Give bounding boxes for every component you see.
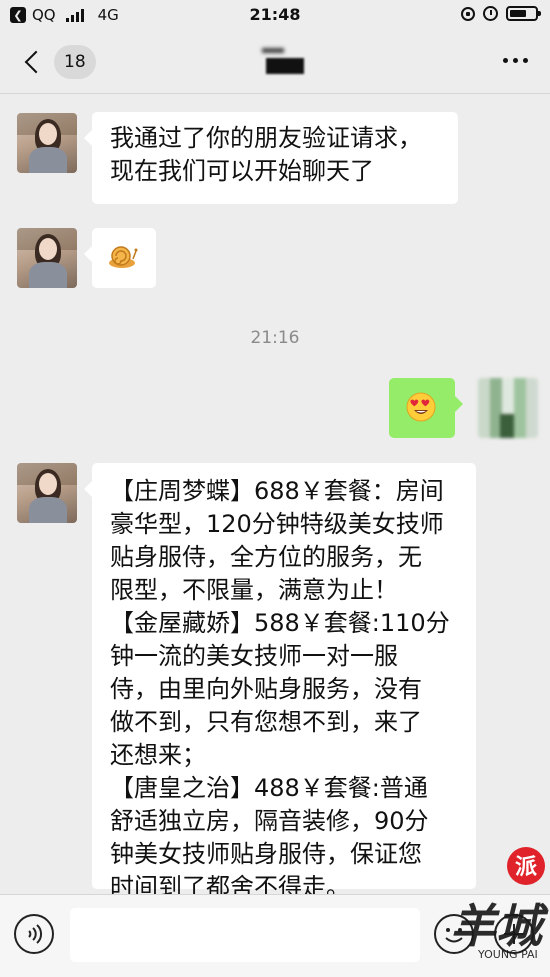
message-text-line: 【金屋藏娇】588￥套餐:110分	[110, 609, 450, 637]
message-text-line: 贴身服侍，全方位的服务，无	[110, 543, 422, 571]
message-bubble-incoming[interactable]	[84, 228, 156, 288]
voice-icon	[28, 924, 43, 944]
unread-count-badge: 18	[54, 45, 96, 79]
message-text-input[interactable]	[70, 908, 420, 962]
more-options-button[interactable]	[503, 58, 528, 63]
message-bubble-incoming[interactable]: 【庄周梦蝶】688￥套餐：房间 豪华型，120分钟特级美女技师 贴身服侍，全方位…	[84, 463, 476, 901]
contact-avatar[interactable]	[17, 228, 77, 288]
contact-name-redacted	[266, 58, 304, 74]
message-text-line: 做不到，只有您想不到，来了	[110, 708, 422, 736]
status-right	[461, 6, 541, 21]
heart-eyes-emoji-icon	[406, 392, 436, 422]
more-actions-button[interactable]	[494, 914, 534, 954]
message-bubble-incoming[interactable]: 我通过了你的朋友验证请求， 现在我们可以开始聊天了	[84, 112, 458, 204]
dot-icon	[503, 58, 508, 63]
alarm-icon	[483, 6, 498, 21]
message-text-line: 侍，由里向外贴身服务，没有	[110, 675, 422, 703]
message-text-line: 豪华型，120分钟特级美女技师	[110, 510, 444, 538]
message-text-line: 舒适独立房，隔音装修，90分	[110, 807, 429, 835]
message-text-line: 我通过了你的朋友验证请求，	[110, 124, 422, 152]
snail-emoji-icon	[109, 246, 138, 268]
back-button[interactable]: 18	[20, 44, 96, 80]
battery-icon	[506, 6, 541, 21]
dot-icon	[523, 58, 528, 63]
message-text-line: 限型，不限量，满意为止！	[110, 576, 398, 604]
dot-icon	[513, 58, 518, 63]
svg-text:派: 派	[515, 855, 537, 880]
my-avatar[interactable]	[478, 378, 538, 438]
chevron-left-icon	[24, 50, 48, 74]
chat-header: 18	[0, 32, 550, 94]
status-bar: ❮ QQ 4G 21:48	[0, 0, 550, 32]
contact-avatar[interactable]	[17, 113, 77, 173]
chat-input-bar	[0, 894, 550, 977]
message-text-line: 钟美女技师贴身服侍，保证您	[110, 840, 422, 868]
message-bubble-outgoing[interactable]	[389, 378, 463, 438]
message-text-line: 现在我们可以开始聊天了	[110, 157, 374, 185]
message-text-line: 钟一流的美女技师一对一服	[110, 642, 398, 670]
smiley-icon	[445, 928, 463, 943]
message-text-line: 【唐皇之治】488￥套餐:普通	[110, 774, 428, 802]
contact-avatar[interactable]	[17, 463, 77, 523]
voice-input-button[interactable]	[14, 914, 54, 954]
emoji-button[interactable]	[434, 914, 474, 954]
rotation-lock-icon	[461, 6, 475, 21]
message-text-line: 还想来；	[110, 741, 206, 769]
message-text-line: 【庄周梦蝶】688￥套餐：房间	[110, 477, 444, 505]
time-divider: 21:16	[250, 328, 300, 348]
